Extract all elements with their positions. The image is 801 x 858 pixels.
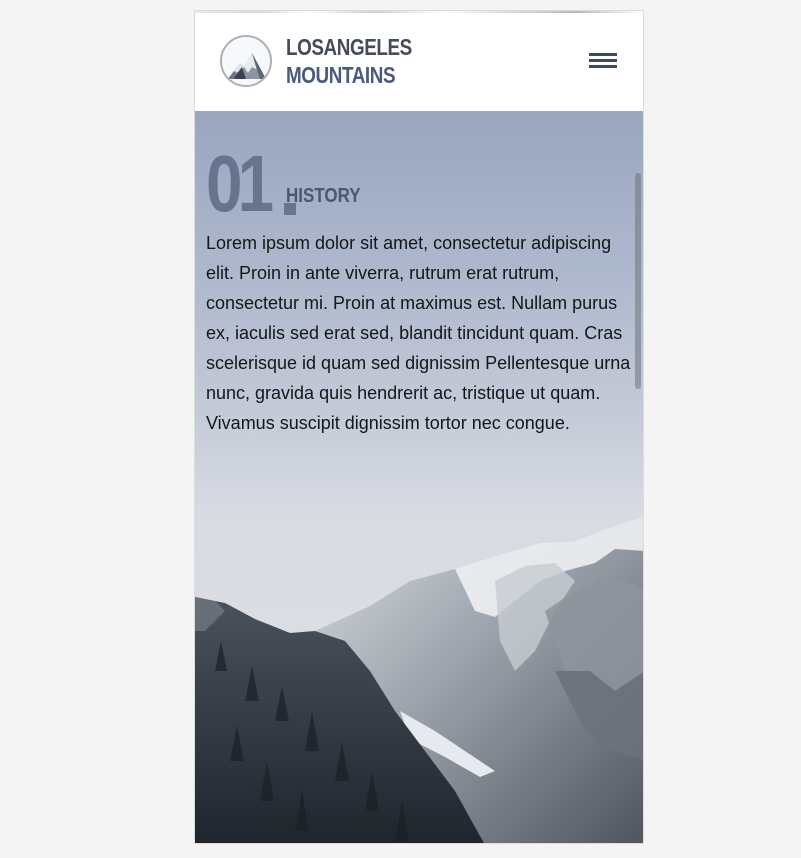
- brand-line-1: LOSANGELES: [286, 34, 412, 60]
- section-title: HISTORY: [286, 185, 361, 207]
- mountain-logo-icon[interactable]: [220, 35, 272, 87]
- hero-section: 01 HISTORY Lorem ipsum dolor sit amet, c…: [195, 111, 643, 843]
- site-header: LOSANGELES MOUNTAINS: [195, 11, 643, 111]
- menu-bar-bottom: [589, 65, 617, 68]
- hamburger-menu-icon[interactable]: [583, 51, 619, 73]
- top-image-strip: [195, 11, 643, 13]
- section-number: 01: [206, 139, 274, 228]
- brand-line-2: MOUNTAINS: [286, 62, 396, 88]
- section-body-text: Lorem ipsum dolor sit amet, consectetur …: [206, 233, 631, 433]
- scrollbar[interactable]: [635, 173, 641, 389]
- menu-bar-top: [589, 53, 617, 56]
- menu-bar-middle: [589, 59, 617, 62]
- phone-frame: LOSANGELES MOUNTAINS 01 HISTORY Lorem ip…: [194, 10, 644, 844]
- brand-name[interactable]: LOSANGELES MOUNTAINS: [286, 33, 412, 89]
